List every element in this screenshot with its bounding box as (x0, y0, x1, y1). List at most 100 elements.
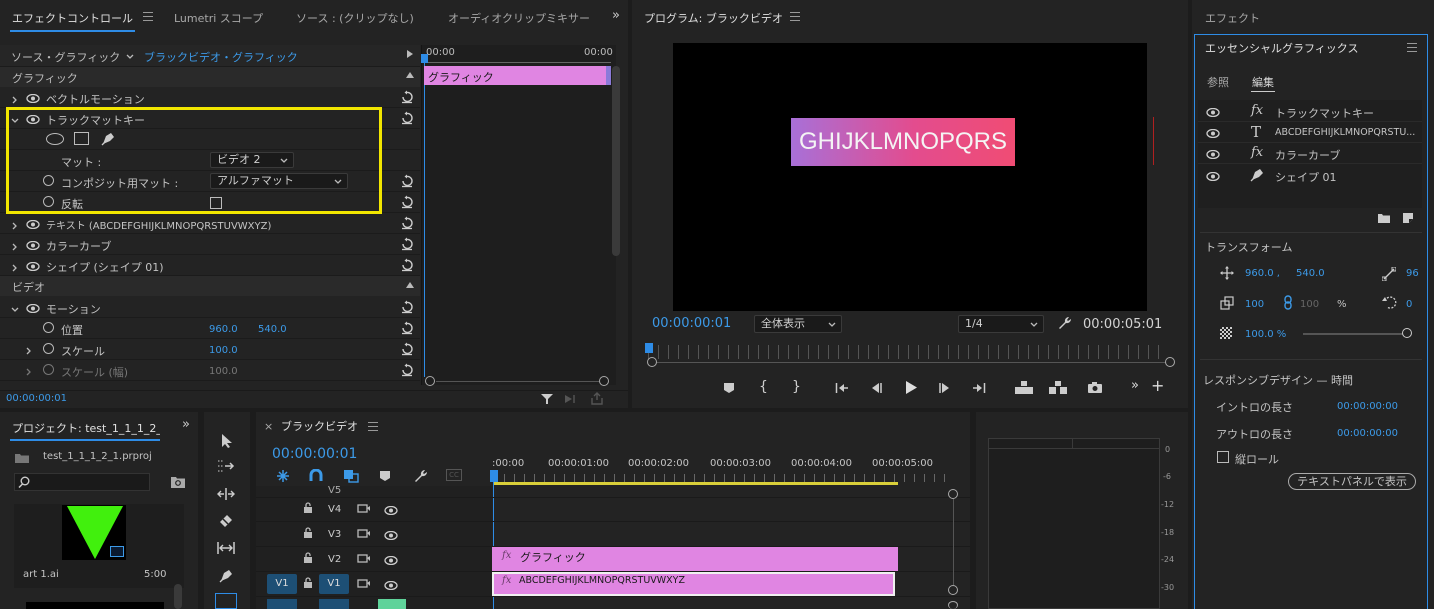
chevron-right-icon[interactable] (25, 345, 33, 355)
ripple-tool-icon[interactable] (217, 487, 235, 504)
reset-icon[interactable] (400, 195, 414, 209)
lock-icon[interactable] (303, 552, 313, 566)
reset-icon[interactable] (400, 111, 414, 125)
panel-menu-icon[interactable] (790, 12, 800, 21)
eye-icon[interactable] (1206, 107, 1220, 118)
opacity-slider-track[interactable] (1303, 333, 1405, 335)
clip-label[interactable]: ブラックビデオ・グラフィック (144, 49, 298, 65)
scrub-playhead[interactable] (645, 343, 653, 353)
tab-browse[interactable]: 参照 (1207, 74, 1229, 90)
scrub-left-handle[interactable] (647, 357, 657, 367)
rectangle-tool-icon[interactable] (215, 593, 237, 609)
reset-icon[interactable] (400, 321, 414, 335)
linked-selection-icon[interactable] (343, 469, 359, 486)
track-target-v1[interactable]: V1 (319, 574, 349, 594)
wrench-icon[interactable] (1056, 315, 1072, 334)
collapse-up-icon[interactable] (406, 282, 414, 288)
ec-zoom-left-handle[interactable] (425, 376, 435, 386)
eg-scale-value[interactable]: 100 (1245, 299, 1264, 310)
magnet-icon[interactable] (309, 468, 323, 486)
reset-icon[interactable] (400, 363, 414, 377)
timeline-timecode[interactable]: 00:00:00:01 (272, 446, 357, 462)
intro-value[interactable]: 00:00:00:00 (1337, 401, 1398, 412)
reset-icon[interactable] (400, 174, 414, 188)
eye-icon[interactable] (384, 555, 398, 566)
timeline-vscroll-top-handle[interactable] (948, 489, 958, 499)
link-icon[interactable] (1283, 295, 1293, 313)
ec-scrollbar[interactable] (612, 66, 620, 256)
position-y-value[interactable]: 540.0 (258, 324, 287, 335)
more-tabs-icon[interactable]: » (612, 8, 620, 23)
sync-lock-icon[interactable] (357, 553, 371, 567)
eye-icon[interactable] (26, 261, 40, 272)
timeline-vscroll-bottom-handle[interactable] (948, 585, 958, 595)
track-select-tool-icon[interactable] (217, 459, 235, 476)
ec-playhead[interactable] (424, 55, 425, 377)
ec-zoom-right-handle[interactable] (599, 376, 609, 386)
fit-select[interactable]: 全体表示 (754, 315, 842, 333)
filter-icon[interactable] (540, 393, 554, 408)
step-back-icon[interactable] (869, 382, 883, 397)
more-controls-icon[interactable]: » (1131, 378, 1139, 393)
reset-icon[interactable] (400, 216, 414, 230)
sync-lock-icon[interactable] (357, 578, 371, 592)
tab-effect-controls[interactable]: エフェクトコントロール (12, 10, 133, 26)
lock-icon[interactable] (303, 577, 313, 591)
selection-tool-icon[interactable] (220, 433, 234, 452)
step-forward-icon[interactable] (938, 382, 952, 397)
extract-icon[interactable] (1048, 380, 1068, 398)
audio-mute-button[interactable] (378, 599, 406, 609)
scrub-right-handle[interactable] (1165, 357, 1175, 367)
resolution-select[interactable]: 1/4 (958, 315, 1044, 333)
chevron-right-icon[interactable] (11, 241, 19, 251)
eg-position-x[interactable]: 960.0 , (1245, 268, 1280, 279)
audio-patch-a1[interactable] (267, 599, 297, 609)
new-layer-icon[interactable] (1402, 212, 1414, 227)
pen-tool-icon[interactable] (218, 567, 234, 587)
eye-icon[interactable] (26, 93, 40, 104)
eye-icon[interactable] (384, 530, 398, 541)
collapse-up-icon[interactable] (406, 72, 414, 78)
eye-icon[interactable] (384, 580, 398, 591)
lock-icon[interactable] (303, 527, 313, 541)
new-group-icon[interactable] (1377, 212, 1391, 227)
eg-position-right[interactable]: 96 (1406, 268, 1419, 279)
thumbnail-frame-2[interactable] (26, 602, 164, 609)
chevron-down-icon[interactable] (126, 51, 134, 59)
timeline-title[interactable]: ブラックビデオ (281, 418, 358, 434)
more-tabs-icon[interactable]: » (182, 417, 190, 432)
project-title[interactable]: プロジェクト: test_1_1_1_2_1 (12, 420, 160, 436)
eye-icon[interactable] (26, 219, 40, 230)
timeline-settings-icon[interactable] (412, 468, 428, 487)
tab-edit[interactable]: 編集 (1252, 74, 1274, 90)
new-search-bin-icon[interactable] (170, 475, 186, 492)
chevron-right-icon[interactable] (11, 262, 19, 272)
panel-menu-icon[interactable] (1407, 43, 1417, 52)
scale-value[interactable]: 100.0 (209, 345, 238, 356)
stopwatch-icon[interactable] (43, 343, 54, 354)
mark-in-icon[interactable]: { (759, 379, 768, 395)
panel-menu-icon[interactable] (143, 12, 153, 21)
reset-icon[interactable] (400, 258, 414, 272)
camera-icon[interactable] (1087, 381, 1103, 397)
roll-checkbox[interactable] (1217, 451, 1229, 463)
eye-icon[interactable] (26, 240, 40, 251)
chevron-right-icon[interactable] (11, 94, 19, 104)
reset-icon[interactable] (400, 90, 414, 104)
program-viewer[interactable] (673, 43, 1147, 311)
position-x-value[interactable]: 960.0 (209, 324, 238, 335)
opacity-slider-handle[interactable] (1402, 328, 1412, 338)
project-search-input[interactable] (14, 473, 150, 491)
tab-source[interactable]: ソース : (クリップなし) (296, 10, 414, 26)
chevron-right-icon[interactable] (25, 366, 33, 376)
eg-position-y[interactable]: 540.0 (1296, 268, 1325, 279)
play-triangle-icon[interactable] (407, 50, 413, 58)
reset-icon[interactable] (400, 237, 414, 251)
tab-lumetri-scopes[interactable]: Lumetri スコープ (174, 10, 263, 26)
stopwatch-icon[interactable] (43, 322, 54, 333)
timeline-hscroll-handle[interactable] (948, 601, 958, 609)
tab-audio-clip-mixer[interactable]: オーディオクリップミキサー (448, 10, 590, 26)
play-icon[interactable] (904, 380, 918, 398)
add-button-icon[interactable]: + (1151, 376, 1164, 395)
timeline-playhead-handle[interactable] (490, 470, 498, 482)
